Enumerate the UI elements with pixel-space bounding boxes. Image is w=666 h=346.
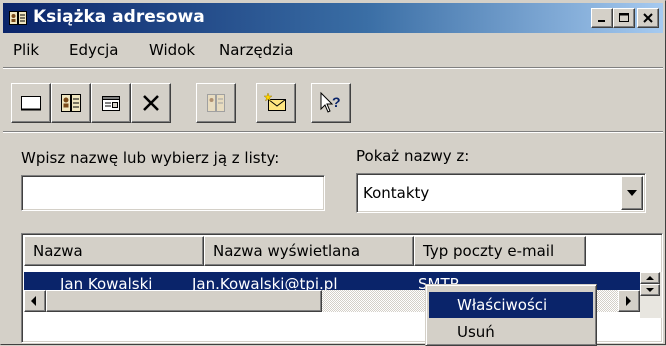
- new-message-icon: [264, 92, 286, 111]
- maximize-icon: [619, 13, 629, 22]
- menu-view[interactable]: Widok: [149, 41, 195, 59]
- menubar-separator: [3, 67, 663, 69]
- address-book-app-icon[interactable]: [9, 10, 27, 26]
- minimize-button[interactable]: [591, 8, 613, 28]
- column-header-name[interactable]: Nazwa: [24, 236, 204, 266]
- horizontal-scroll-thumb[interactable]: [46, 290, 322, 312]
- arrow-up-icon: [646, 276, 654, 280]
- new-contact-button[interactable]: [11, 83, 51, 123]
- context-menu-delete-label: Usuń: [457, 323, 495, 341]
- menu-file[interactable]: Plik: [13, 41, 39, 59]
- svg-text:?: ?: [332, 94, 341, 110]
- context-menu-properties-label: Właściwości: [457, 296, 548, 314]
- scroll-right-button[interactable]: [618, 290, 640, 312]
- arrow-right-icon: [626, 296, 631, 306]
- arrow-down-icon: [646, 288, 654, 292]
- search-input[interactable]: [21, 175, 325, 211]
- context-menu-delete[interactable]: Usuń: [429, 319, 593, 345]
- title-bar[interactable]: Książka adresowa: [3, 3, 663, 33]
- find-people-button[interactable]: [196, 83, 236, 123]
- menu-tools[interactable]: Narzędzia: [219, 41, 293, 59]
- column-header-display-name[interactable]: Nazwa wyświetlana: [204, 236, 414, 266]
- vertical-scrollbar[interactable]: [640, 272, 662, 318]
- delete-button[interactable]: [131, 83, 171, 123]
- minimize-icon: [598, 20, 605, 22]
- close-button[interactable]: [637, 8, 659, 28]
- show-names-dropdown-button[interactable]: [621, 176, 643, 210]
- context-menu-properties[interactable]: Właściwości: [429, 292, 593, 318]
- properties-card-icon: [61, 94, 81, 112]
- properties-card-button[interactable]: [51, 83, 91, 123]
- whats-this-help-button[interactable]: ?: [311, 83, 351, 123]
- window-title: Książka adresowa: [33, 7, 205, 27]
- scroll-left-button[interactable]: [24, 290, 46, 312]
- whats-this-help-icon: ?: [320, 91, 341, 113]
- search-label: Wpisz nazwę lub wybierz ją z listy:: [21, 149, 280, 167]
- context-menu: Właściwości Usuń: [425, 284, 597, 346]
- arrow-left-icon: [31, 296, 36, 306]
- column-header-mail-type[interactable]: Typ poczty e-mail: [414, 236, 586, 266]
- show-names-label: Pokaż nazwy z:: [356, 147, 470, 165]
- address-book-window: Książka adresowa Plik Edycja Widok Narzę…: [0, 0, 666, 346]
- properties-icon: [102, 96, 120, 111]
- new-message-button[interactable]: [256, 83, 296, 123]
- close-icon: [643, 13, 653, 23]
- address-book-icon: [207, 94, 225, 112]
- maximize-button[interactable]: [613, 8, 635, 28]
- toolbar-separator: [3, 131, 663, 133]
- show-names-selected-value: Kontakty: [363, 184, 430, 202]
- show-names-select[interactable]: Kontakty: [356, 173, 646, 213]
- scroll-down-button[interactable]: [640, 284, 660, 296]
- chevron-down-icon: [627, 190, 637, 196]
- menu-edit[interactable]: Edycja: [69, 41, 118, 59]
- properties-button[interactable]: [91, 83, 131, 123]
- scroll-up-button[interactable]: [640, 272, 660, 284]
- new-contact-icon: [21, 96, 41, 111]
- delete-icon: [143, 95, 159, 111]
